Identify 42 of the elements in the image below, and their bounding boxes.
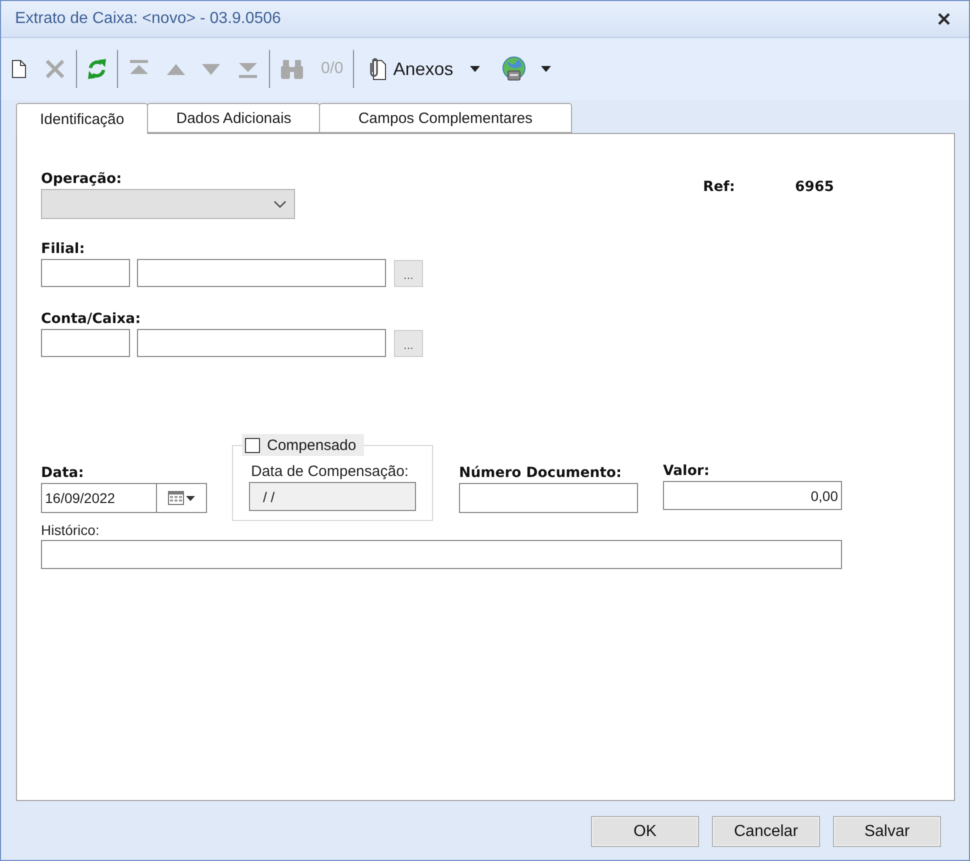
compensado-checkbox[interactable]: Compensado	[242, 434, 364, 456]
document-number-field[interactable]	[459, 483, 638, 513]
field-label: Data de Compensação:	[251, 463, 409, 481]
calendar-button[interactable]	[157, 483, 207, 513]
caret-icon	[541, 66, 552, 72]
window-title: Extrato de Caixa: <novo> - 03.9.0506	[15, 10, 281, 28]
caret-icon	[470, 66, 480, 72]
account-code-field[interactable]	[41, 329, 130, 357]
field-label: Histórico:	[41, 521, 100, 539]
tab[interactable]: Identificação	[16, 103, 148, 134]
amount-field[interactable]: 0,00	[663, 481, 842, 510]
new-document-icon[interactable]	[11, 59, 27, 79]
globe-menu-button[interactable]	[501, 56, 552, 82]
dialog-button[interactable]: OK	[591, 816, 699, 847]
branch-code-field[interactable]	[41, 259, 130, 287]
field-label: Conta/Caixa:	[41, 310, 141, 328]
attachments-button[interactable]: Anexos	[364, 57, 480, 81]
field-label: Filial:	[41, 240, 85, 258]
record-counter: 0/0	[321, 60, 344, 78]
browse-button[interactable]: ...	[394, 260, 423, 286]
branch-name-field[interactable]	[137, 259, 386, 287]
field-label: Número Documento:	[459, 464, 622, 482]
browse-button[interactable]: ...	[394, 330, 423, 356]
checkbox-icon[interactable]	[245, 438, 260, 452]
calendar-icon	[168, 491, 184, 505]
history-field[interactable]	[41, 540, 842, 569]
tab[interactable]: Dados Adicionais	[147, 103, 320, 133]
field-label: Valor:	[663, 462, 710, 480]
date-field[interactable]: 16/09/2022	[41, 483, 157, 513]
dialog-button[interactable]: Cancelar	[712, 816, 820, 847]
caret-icon	[186, 496, 195, 500]
chevron-down-icon	[274, 200, 286, 208]
refresh-icon[interactable]	[87, 58, 107, 80]
dialog-button[interactable]: Salvar	[833, 816, 941, 847]
globe-icon	[501, 56, 528, 82]
ref-label: Ref:	[703, 178, 736, 196]
field-label: Operação:	[41, 170, 122, 188]
tab[interactable]: Campos Complementares	[319, 103, 572, 133]
account-name-field[interactable]	[137, 329, 386, 357]
ref-value: 6965	[795, 178, 834, 196]
close-icon[interactable]	[938, 13, 950, 25]
field-label: Data:	[41, 464, 84, 482]
